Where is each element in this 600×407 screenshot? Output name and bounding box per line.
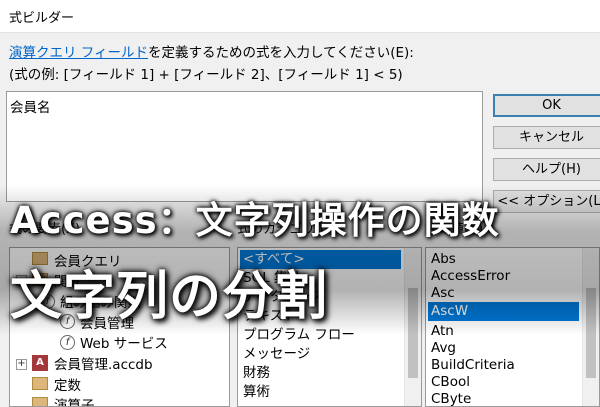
overlay-heading: Access：文字列操作の関数 bbox=[10, 199, 500, 242]
ok-button[interactable]: OK bbox=[493, 94, 600, 117]
tree-item[interactable]: 会員管理.accdb bbox=[54, 353, 153, 373]
overlay-title: 文字列の分割 bbox=[10, 267, 329, 327]
value-item-selected[interactable]: AscW bbox=[428, 302, 579, 321]
options-button[interactable]: << オプション(L) bbox=[493, 190, 600, 213]
expression-editor[interactable] bbox=[6, 91, 483, 202]
expression-text: 会員名 bbox=[10, 100, 51, 116]
scroll-thumb[interactable] bbox=[408, 288, 418, 378]
value-item[interactable]: Asc bbox=[428, 284, 455, 303]
value-item[interactable]: CByte bbox=[428, 390, 471, 406]
instruction-line-1: 演算クエリ フィールドを定義するための式を入力してください(E): bbox=[9, 41, 414, 61]
category-item[interactable]: 財務 bbox=[240, 364, 270, 383]
tree-item[interactable]: 定数 bbox=[54, 374, 81, 394]
category-item[interactable]: メッセージ bbox=[240, 345, 310, 364]
categories-scrollbar[interactable] bbox=[404, 248, 421, 406]
cancel-button[interactable]: キャンセル bbox=[493, 126, 600, 149]
calc-field-link[interactable]: 演算クエリ フィールド bbox=[9, 45, 148, 61]
operators-icon bbox=[32, 397, 48, 406]
scroll-thumb[interactable] bbox=[586, 288, 596, 378]
window-title: 式ビルダー bbox=[9, 11, 75, 26]
access-db-icon: A bbox=[32, 355, 48, 371]
category-item[interactable]: 算術 bbox=[240, 383, 270, 402]
function-icon: f bbox=[60, 335, 75, 350]
tree-item[interactable]: 演算子 bbox=[54, 394, 95, 406]
values-scrollbar[interactable] bbox=[582, 248, 599, 406]
tree-item[interactable]: Web サービス bbox=[80, 332, 168, 352]
expand-icon[interactable]: + bbox=[16, 359, 27, 370]
help-button[interactable]: ヘルプ(H) bbox=[493, 158, 600, 181]
constants-icon bbox=[32, 377, 48, 390]
expression-example: (式の例: [フィールド 1] + [フィールド 2]、[フィールド 1] < … bbox=[9, 67, 403, 83]
expression-values-panel[interactable]: Abs AccessError Asc AscW Atn Avg BuildCr… bbox=[425, 247, 600, 407]
title-bar: 式ビルダー bbox=[0, 0, 600, 33]
instruction-text: を定義するための式を入力してください(E): bbox=[148, 45, 414, 61]
